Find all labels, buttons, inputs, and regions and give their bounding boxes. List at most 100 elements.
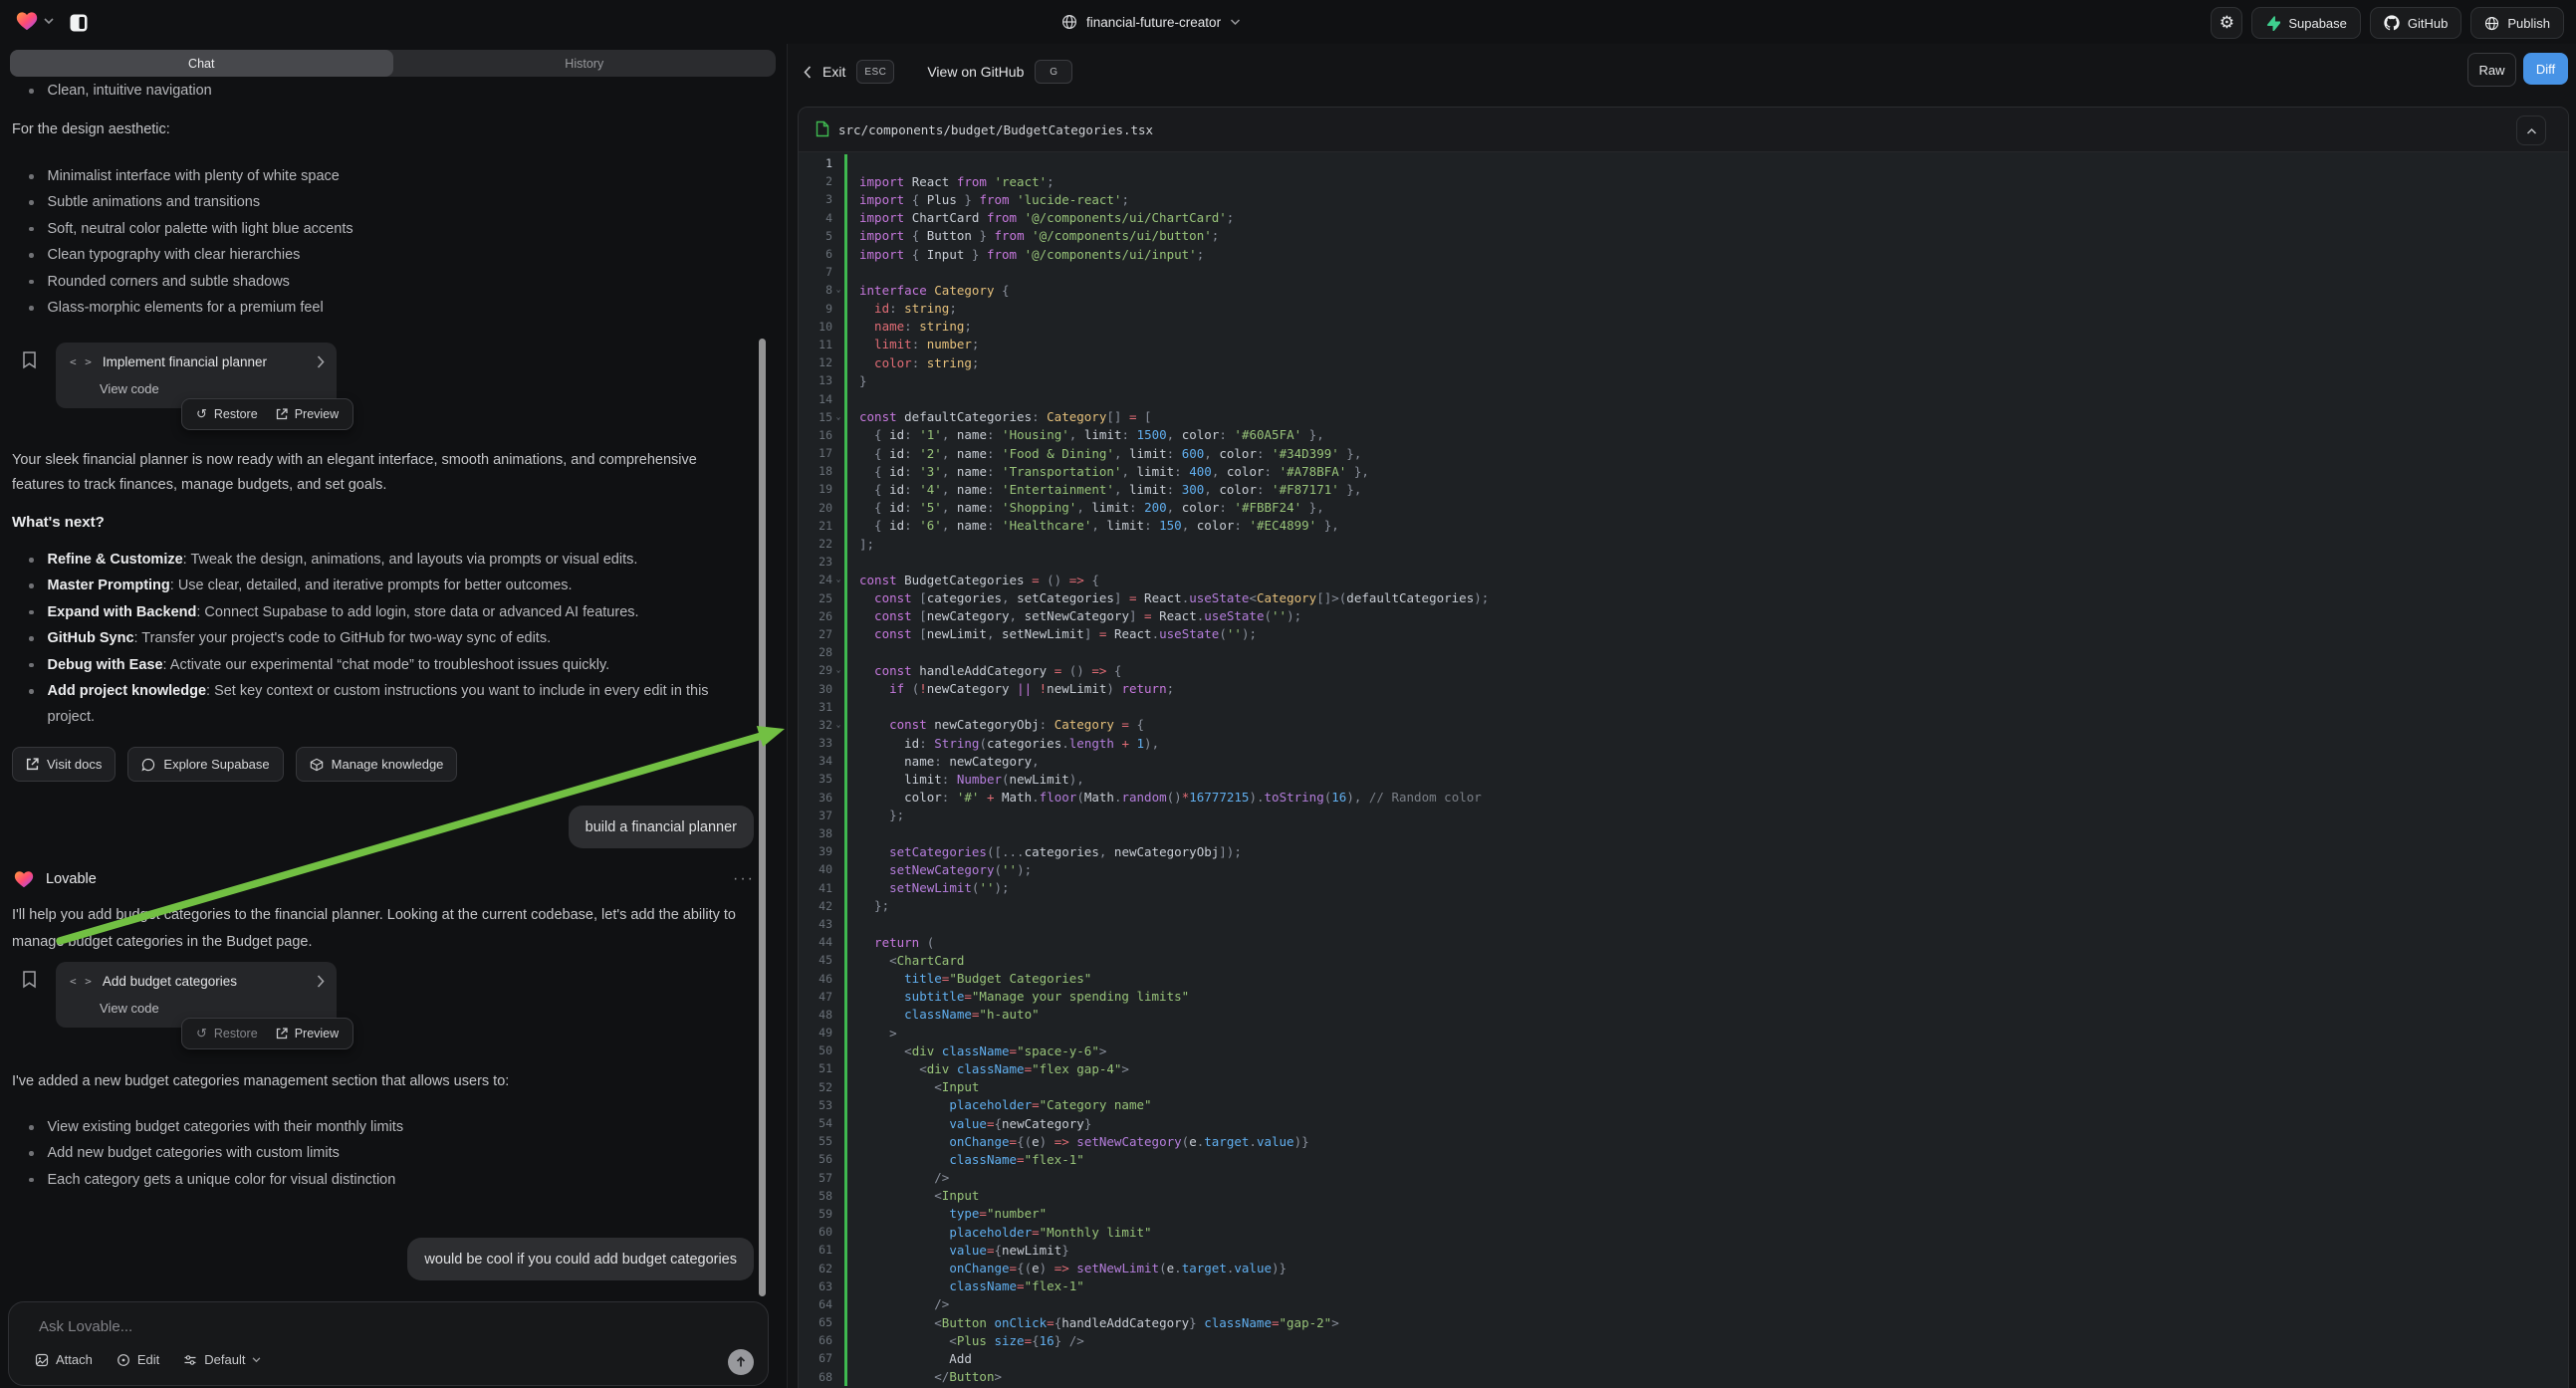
version-card-2-actions: ↺ Restore Preview <box>181 1018 353 1049</box>
view-on-github-button[interactable]: View on GitHub <box>927 64 1024 80</box>
code-line: 17 { id: '2', name: 'Food & Dining', lim… <box>799 444 2568 462</box>
view-code-link[interactable]: View code <box>100 1001 159 1016</box>
line-number: 35 <box>799 772 832 786</box>
fold-toggle-icon[interactable]: ⌄ <box>832 571 844 588</box>
github-button[interactable]: GitHub <box>2370 7 2461 39</box>
code-line: 39 setCategories([...categories, newCate… <box>799 842 2568 860</box>
bookmark-icon[interactable] <box>21 970 38 989</box>
code-file-box: src/components/budget/BudgetCategories.t… <box>798 107 2569 1388</box>
added-file-icon <box>816 120 829 137</box>
bookmark-icon[interactable] <box>21 350 38 369</box>
github-icon <box>2384 15 2400 31</box>
code-viewer-header: Exit ESC View on GitHub G <box>804 54 1072 90</box>
code-line: 67 Add <box>799 1349 2568 1367</box>
line-number: 28 <box>799 645 832 659</box>
code-line: 24⌄const BudgetCategories = () => { <box>799 571 2568 588</box>
line-number: 14 <box>799 392 832 406</box>
design-heading: For the design aesthetic: <box>12 121 170 137</box>
line-number: 48 <box>799 1008 832 1022</box>
code-line: 38 <box>799 824 2568 842</box>
lovable-logo-menu[interactable] <box>16 11 54 31</box>
model-selector[interactable]: Default <box>183 1352 261 1367</box>
code-line: 12 color: string; <box>799 353 2568 371</box>
version-title: Add budget categories <box>103 974 307 989</box>
list-item: Master Prompting: Use clear, detailed, a… <box>12 573 757 598</box>
composer[interactable]: Ask Lovable... Attach Edit Default <box>8 1301 769 1386</box>
list-item: Clean typography with clear hierarchies <box>12 242 761 268</box>
sidebar-toggle-button[interactable] <box>64 8 94 38</box>
code-line: 14 <box>799 389 2568 407</box>
preview-button[interactable]: Preview <box>276 407 339 421</box>
chevron-down-icon <box>252 1357 261 1363</box>
file-path: src/components/budget/BudgetCategories.t… <box>838 108 1153 151</box>
code-line: 11 limit: number; <box>799 336 2568 353</box>
code-line: 6import { Input } from '@/components/ui/… <box>799 245 2568 263</box>
project-switcher[interactable]: financial-future-creator <box>1061 0 1241 44</box>
tab-history[interactable]: History <box>393 50 777 77</box>
code-line: 3import { Plus } from 'lucide-react'; <box>799 190 2568 208</box>
bullet-dot <box>29 1125 34 1130</box>
code-line: 53 placeholder="Category name" <box>799 1096 2568 1114</box>
line-number: 61 <box>799 1243 832 1257</box>
exit-button[interactable]: Exit <box>822 64 845 80</box>
collapse-file-button[interactable] <box>2516 116 2546 145</box>
line-number: 52 <box>799 1080 832 1094</box>
raw-button[interactable]: Raw <box>2467 53 2516 87</box>
line-number: 65 <box>799 1315 832 1329</box>
chevron-left-icon <box>804 66 812 79</box>
line-number: 1 <box>799 156 832 170</box>
code-line: 64 /> <box>799 1295 2568 1313</box>
explore-supabase-button[interactable]: Explore Supabase <box>127 747 283 782</box>
project-chevron-down-icon <box>1230 19 1241 26</box>
diff-button[interactable]: Diff <box>2523 53 2568 85</box>
fold-toggle-icon[interactable]: ⌄ <box>832 661 844 679</box>
restore-icon: ↺ <box>196 406 207 422</box>
fold-toggle-icon[interactable]: ⌄ <box>832 408 844 426</box>
bullet-dot <box>29 89 34 94</box>
line-number: 30 <box>799 682 832 696</box>
fold-toggle-icon[interactable]: ⌄ <box>832 716 844 734</box>
settings-button[interactable]: ⚙ <box>2211 7 2242 39</box>
attach-button[interactable]: Attach <box>35 1352 93 1367</box>
manage-knowledge-button[interactable]: Manage knowledge <box>296 747 458 782</box>
chat-scrollbar-thumb[interactable] <box>759 339 766 1296</box>
line-number: 56 <box>799 1152 832 1166</box>
restore-button[interactable]: ↺ Restore <box>196 406 258 422</box>
tab-chat[interactable]: Chat <box>10 50 393 77</box>
code-icon: < > <box>70 975 93 988</box>
view-code-link[interactable]: View code <box>100 381 159 396</box>
message-menu-button[interactable]: ··· <box>733 870 755 888</box>
line-number: 42 <box>799 899 832 913</box>
supabase-button[interactable]: Supabase <box>2251 7 2361 39</box>
visit-docs-button[interactable]: Visit docs <box>12 747 116 782</box>
line-number: 40 <box>799 862 832 876</box>
send-button[interactable] <box>728 1349 754 1375</box>
lovable-heart-icon <box>14 870 34 888</box>
line-number: 66 <box>799 1333 832 1347</box>
code-line: 54 value={newCategory} <box>799 1114 2568 1132</box>
code-line: 40 setNewCategory(''); <box>799 860 2568 878</box>
code-line: 63 className="flex-1" <box>799 1277 2568 1295</box>
ready-paragraph: Your sleek financial planner is now read… <box>12 448 699 498</box>
restore-button[interactable]: ↺ Restore <box>196 1026 258 1041</box>
code-line: 31 <box>799 698 2568 716</box>
line-number: 47 <box>799 990 832 1004</box>
knowledge-box-icon <box>310 758 324 772</box>
composer-input[interactable]: Ask Lovable... <box>39 1318 132 1335</box>
line-number: 37 <box>799 809 832 822</box>
composer-toolbar: Attach Edit Default <box>35 1352 261 1367</box>
line-number: 41 <box>799 881 832 895</box>
code-line: 65 <Button onClick={handleAddCategory} c… <box>799 1313 2568 1331</box>
preview-button[interactable]: Preview <box>276 1027 339 1041</box>
publish-button[interactable]: Publish <box>2470 7 2564 39</box>
code-icon: < > <box>70 355 93 368</box>
line-number: 27 <box>799 627 832 641</box>
code-file-header[interactable]: src/components/budget/BudgetCategories.t… <box>799 108 2568 152</box>
line-number: 8 <box>799 283 832 297</box>
code-line: 10 name: string; <box>799 318 2568 336</box>
added-paragraph: I've added a new budget categories manag… <box>12 1073 761 1089</box>
edit-mode-button[interactable]: Edit <box>117 1352 159 1367</box>
fold-toggle-icon[interactable]: ⌄ <box>832 281 844 299</box>
line-number: 7 <box>799 265 832 279</box>
code-line: 15⌄const defaultCategories: Category[] =… <box>799 408 2568 426</box>
